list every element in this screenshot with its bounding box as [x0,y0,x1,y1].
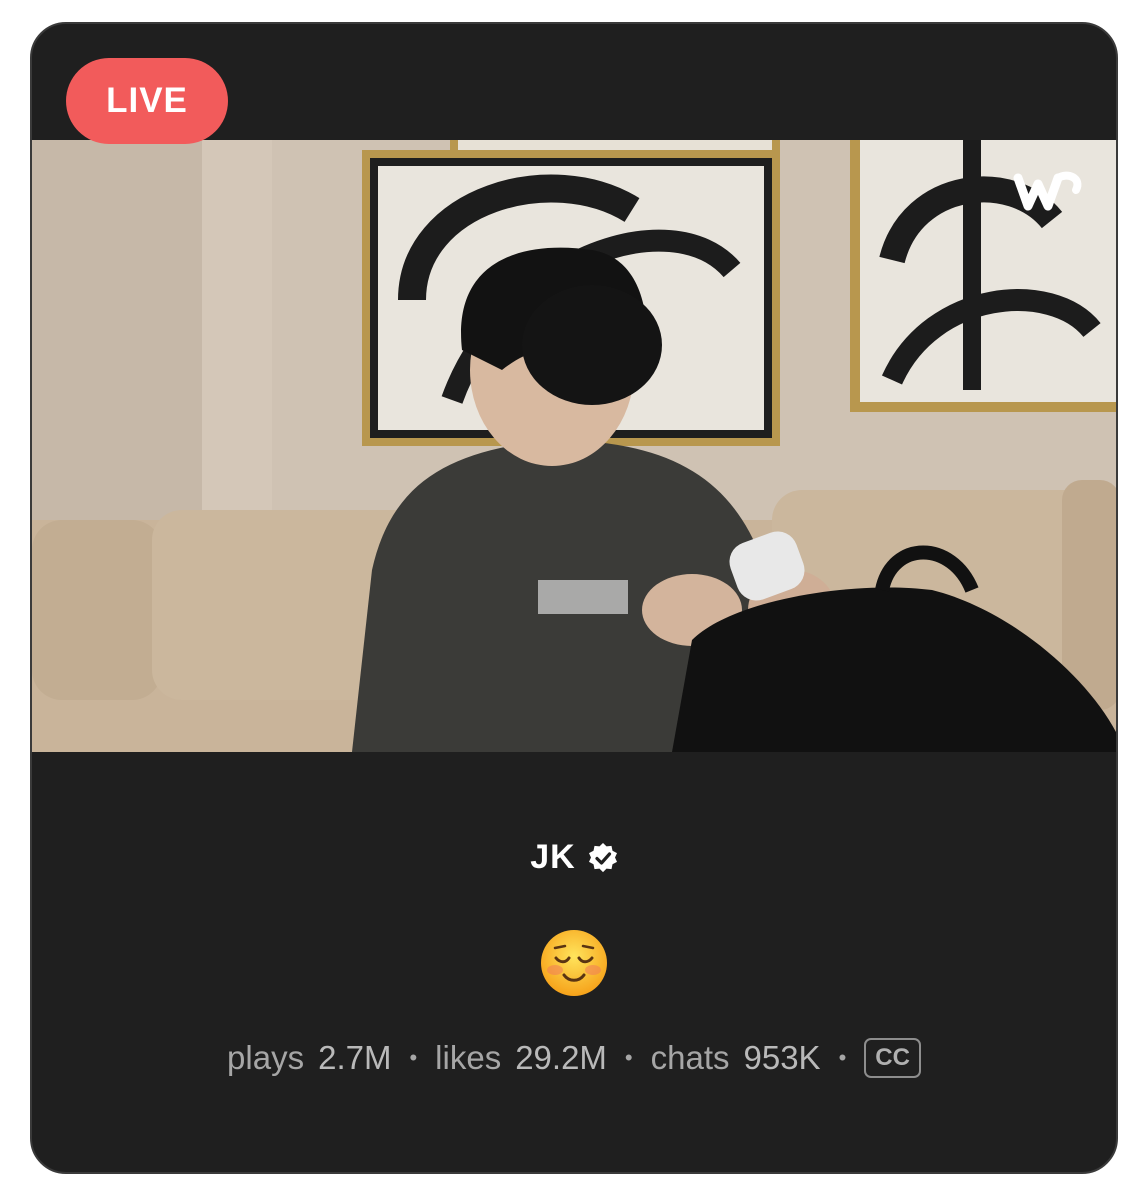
channel-row[interactable]: JK [32,838,1116,877]
smiling-face-icon [541,930,607,996]
stats-row: plays 2.7M • likes 29.2M • chats 953K • … [32,1038,1116,1078]
likes-value: 29.2M [515,1039,607,1076]
likes-label: likes [435,1039,502,1076]
live-card[interactable]: LIVE JK plays 2.7M • likes 29.2M • chats… [30,22,1118,1174]
plays-label: plays [227,1039,305,1076]
video-frame[interactable] [32,140,1116,752]
stream-info: JK plays 2.7M • likes 29.2M • chats 953K… [32,752,1116,1172]
chats-label: chats [650,1039,730,1076]
channel-name[interactable]: JK [530,838,575,877]
separator-dot: • [624,1045,633,1070]
closed-captions-badge[interactable]: CC [864,1038,921,1078]
separator-dot: • [409,1045,418,1070]
plays-value: 2.7M [318,1039,392,1076]
weverse-logo-icon [1013,171,1082,211]
verified-badge-icon [588,842,617,872]
chats-value: 953K [743,1039,821,1076]
separator-dot: • [838,1045,847,1070]
live-badge[interactable]: LIVE [66,58,228,144]
post-emoji [32,928,1116,998]
video-scene [32,140,1116,752]
